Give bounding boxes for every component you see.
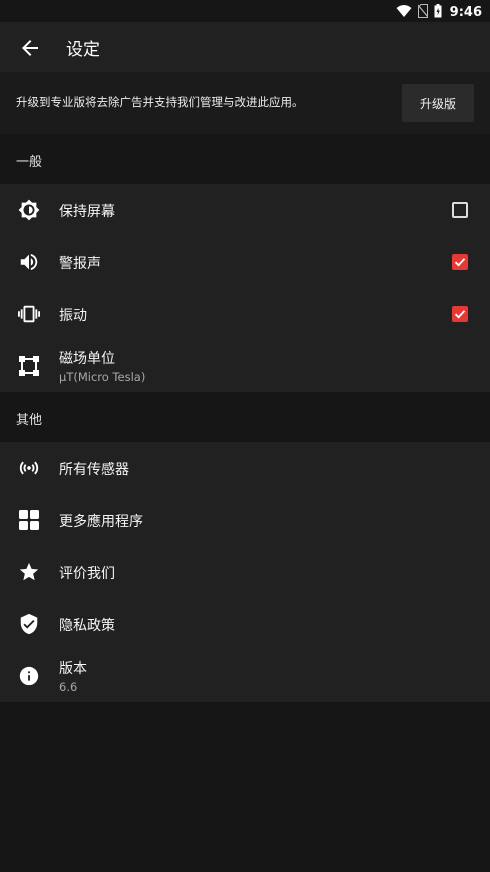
app-bar: 设定: [0, 22, 490, 72]
setting-keep-screen[interactable]: 保持屏幕: [0, 184, 490, 236]
setting-label: 磁场单位: [59, 351, 115, 367]
back-arrow-icon[interactable]: [18, 36, 42, 60]
vibrate-icon: [18, 303, 40, 325]
setting-label: 警报声: [59, 256, 101, 272]
vibrate-checkbox[interactable]: [452, 306, 468, 322]
item-label: 所有传感器: [59, 462, 129, 478]
item-privacy-policy[interactable]: 隐私政策: [0, 598, 490, 650]
item-version[interactable]: 版本 6.6: [0, 650, 490, 702]
volume-icon: [18, 251, 40, 273]
item-rate-us[interactable]: 评价我们: [0, 546, 490, 598]
info-icon: [18, 665, 40, 687]
item-label: 隐私政策: [59, 618, 115, 634]
setting-value: μT(Micro Tesla): [59, 370, 146, 384]
brightness-icon: [18, 199, 40, 221]
alarm-sound-checkbox[interactable]: [452, 254, 468, 270]
no-sim-icon: [417, 3, 429, 22]
status-bar: 9:46: [0, 0, 490, 22]
item-all-sensors[interactable]: 所有传感器: [0, 442, 490, 494]
item-label: 评价我们: [59, 566, 115, 582]
upgrade-banner: 升级到专业版将去除广告并支持我们管理与改进此应用。 升级版: [0, 72, 490, 134]
setting-vibrate[interactable]: 振动: [0, 288, 490, 340]
page-title: 设定: [66, 40, 100, 60]
general-settings-group: 保持屏幕 警报声 振动 磁场单位 μT(Micro Tesla): [0, 184, 490, 392]
upgrade-text: 升级到专业版将去除广告并支持我们管理与改进此应用。: [16, 95, 304, 109]
section-title: 其他: [16, 413, 43, 428]
item-label: 版本: [59, 661, 87, 677]
setting-alarm-sound[interactable]: 警报声: [0, 236, 490, 288]
setting-label: 振动: [59, 308, 87, 324]
upgrade-button[interactable]: 升级版: [402, 84, 474, 122]
wifi-icon: [396, 3, 412, 22]
setting-magnetic-unit[interactable]: 磁场单位 μT(Micro Tesla): [0, 340, 490, 392]
status-time: 9:46: [449, 5, 482, 20]
setting-label: 保持屏幕: [59, 204, 115, 220]
section-header-general: 一般: [0, 134, 490, 184]
item-label: 更多應用程序: [59, 514, 143, 530]
apps-grid-icon: [18, 509, 40, 531]
section-header-other: 其他: [0, 392, 490, 442]
item-more-apps[interactable]: 更多應用程序: [0, 494, 490, 546]
unit-icon: [18, 355, 40, 377]
version-value: 6.6: [59, 680, 78, 694]
section-title: 一般: [16, 155, 43, 170]
star-icon: [18, 561, 40, 583]
battery-icon: [434, 3, 442, 22]
other-settings-group: 所有传感器 更多應用程序 评价我们 隐私政策 版本 6.6: [0, 442, 490, 702]
shield-icon: [18, 613, 40, 635]
keep-screen-checkbox[interactable]: [452, 202, 468, 218]
sensor-icon: [18, 457, 40, 479]
